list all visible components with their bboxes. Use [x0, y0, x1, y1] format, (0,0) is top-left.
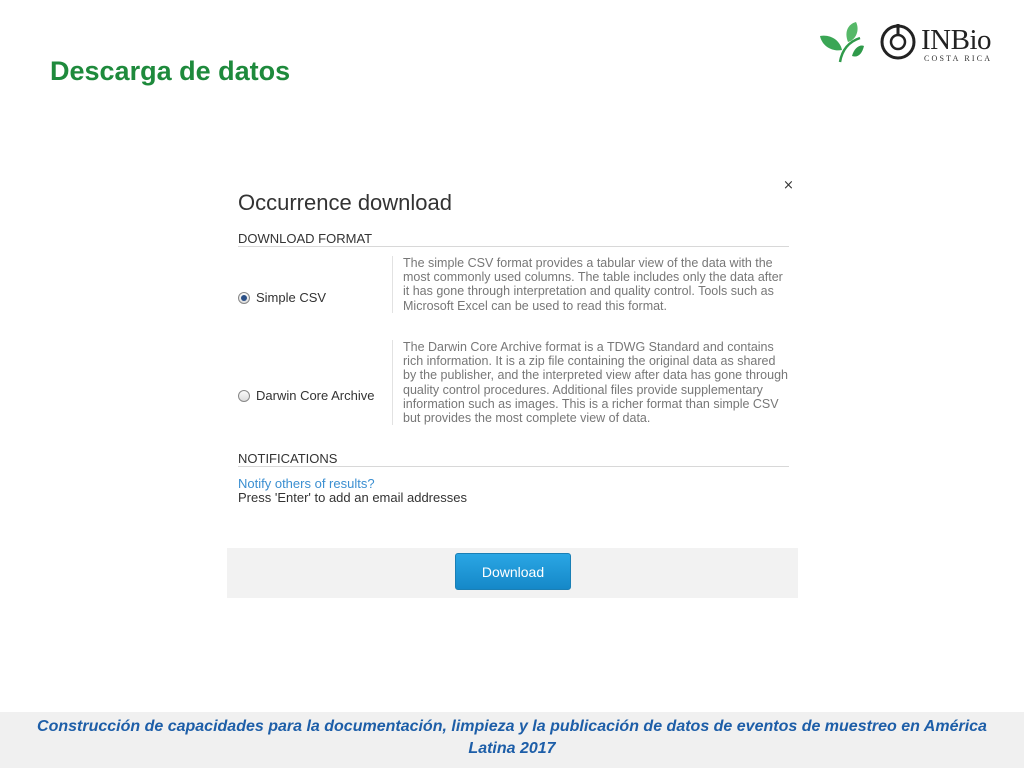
- close-button[interactable]: ×: [783, 178, 794, 193]
- notify-others-link[interactable]: Notify others of results?: [238, 476, 375, 491]
- leaf-icon: [820, 22, 864, 63]
- logo-subtitle: COSTA RICA: [924, 54, 993, 63]
- footer-text: Construcción de capacidades para la docu…: [37, 718, 987, 757]
- slide-footer: Construcción de capacidades para la docu…: [0, 712, 1024, 768]
- download-format-heading: DOWNLOAD FORMAT: [238, 231, 373, 246]
- inbio-logo: INBio COSTA RICA: [818, 18, 998, 66]
- dialog-title: Occurrence download: [238, 190, 453, 215]
- option-darwin-core-archive[interactable]: Darwin Core Archive: [238, 388, 375, 403]
- logo-name: INBio: [921, 24, 992, 56]
- option-label: Simple CSV: [256, 290, 327, 305]
- divider: [238, 246, 789, 247]
- radio-darwin-core-archive[interactable]: [238, 389, 250, 402]
- darwin-core-description: The Darwin Core Archive format is a TDWG…: [392, 340, 792, 426]
- notify-hint: Press 'Enter' to add an email addresses: [238, 490, 467, 505]
- inbio-mark-icon: [880, 24, 916, 60]
- option-simple-csv[interactable]: Simple CSV: [238, 290, 326, 305]
- radio-simple-csv[interactable]: [238, 291, 250, 304]
- simple-csv-description: The simple CSV format provides a tabular…: [392, 256, 792, 313]
- download-button[interactable]: Download: [455, 553, 571, 590]
- option-label: Darwin Core Archive: [256, 388, 375, 403]
- notifications-heading: NOTIFICATIONS: [238, 451, 338, 466]
- occurrence-download-dialog: × Occurrence download DOWNLOAD FORMAT Si…: [227, 170, 798, 598]
- divider: [238, 466, 789, 467]
- slide-title: Descarga de datos: [50, 56, 291, 86]
- dialog-footer: Download: [227, 548, 798, 598]
